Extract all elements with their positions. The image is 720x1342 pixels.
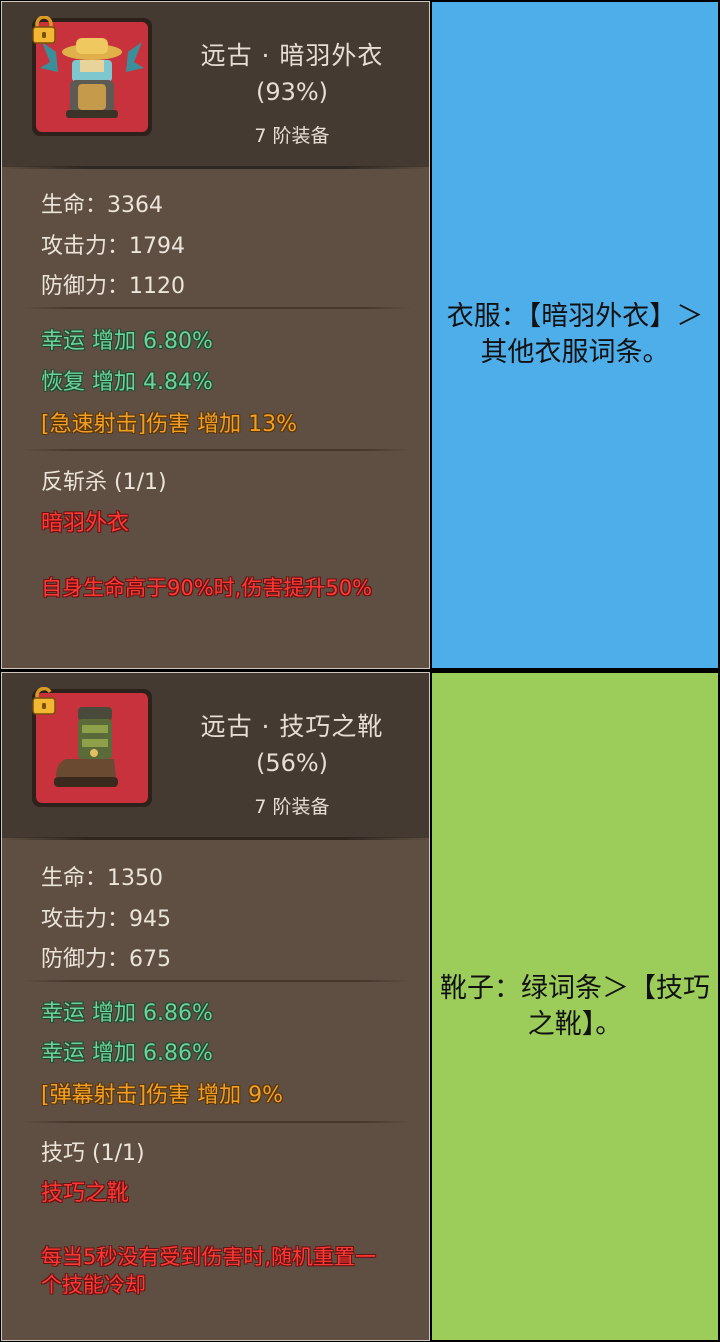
affix-line: [急速射击]伤害 增加 13% — [41, 412, 298, 437]
set-effect-description: 自身生命高于90%时,伤害提升50% — [41, 576, 373, 600]
set-bonus-name: 反斩杀 (1/1) — [41, 470, 167, 495]
advice-note-text: 靴子：绿词条＞【技巧之靴】。 — [440, 972, 710, 1040]
lock-icon[interactable] — [31, 16, 57, 44]
affix-line: 幸运 增加 6.80% — [41, 329, 213, 354]
affix-line: 恢复 增加 4.84% — [41, 370, 213, 395]
affix-line: [弹幕射击]伤害 增加 9% — [41, 1083, 284, 1108]
stat-defense: 防御力：1120 — [41, 274, 185, 299]
advice-note: 靴子：绿词条＞【技巧之靴】。 — [432, 673, 718, 1340]
item-rank: 7 阶装备 — [254, 125, 330, 147]
item-row-boots: 远古 · 技巧之靴 (56%) 7 阶装备 生命：1350 攻击力：945 防御… — [0, 671, 720, 1342]
set-item-name: 技巧之靴 — [41, 1181, 130, 1206]
set-item-name: 暗羽外衣 — [41, 511, 130, 536]
stat-attack: 攻击力：1794 — [41, 234, 185, 259]
set-effect-description: 每当5秒没有受到伤害时,随机重置一个技能冷却 — [41, 1245, 377, 1297]
item-quality-percent: (93%) — [255, 78, 329, 106]
item-card: 远古 · 技巧之靴 (56%) 7 阶装备 生命：1350 攻击力：945 防御… — [1, 672, 430, 1341]
section-divider — [22, 307, 412, 309]
stat-defense: 防御力：675 — [41, 947, 171, 972]
affix-line: 幸运 增加 6.86% — [41, 1001, 213, 1026]
item-title: 远古 · 技巧之靴 — [200, 712, 384, 741]
affix-line: 幸运 增加 6.86% — [41, 1041, 213, 1066]
item-card-header: 远古 · 暗羽外衣 (93%) 7 阶装备 — [2, 2, 429, 169]
item-card: 远古 · 暗羽外衣 (93%) 7 阶装备 生命：3364 攻击力：1794 防… — [1, 1, 430, 669]
item-rank: 7 阶装备 — [254, 796, 330, 818]
section-divider — [22, 1121, 412, 1123]
advice-note-text: 衣服：【暗羽外衣】＞其他衣服词条。 — [446, 301, 704, 368]
item-row-armor: 远古 · 暗羽外衣 (93%) 7 阶装备 生命：3364 攻击力：1794 防… — [0, 0, 720, 670]
stat-hp: 生命：1350 — [41, 866, 163, 891]
stat-attack: 攻击力：945 — [41, 907, 171, 932]
set-bonus-name: 技巧 (1/1) — [41, 1141, 145, 1166]
section-divider — [22, 980, 412, 982]
unlock-icon[interactable] — [31, 687, 57, 715]
advice-note: 衣服：【暗羽外衣】＞其他衣服词条。 — [432, 2, 718, 668]
item-quality-percent: (56%) — [255, 749, 329, 777]
stat-hp: 生命：3364 — [41, 193, 163, 218]
item-title: 远古 · 暗羽外衣 — [200, 41, 384, 70]
item-card-header: 远古 · 技巧之靴 (56%) 7 阶装备 — [2, 673, 429, 840]
section-divider — [22, 449, 412, 451]
